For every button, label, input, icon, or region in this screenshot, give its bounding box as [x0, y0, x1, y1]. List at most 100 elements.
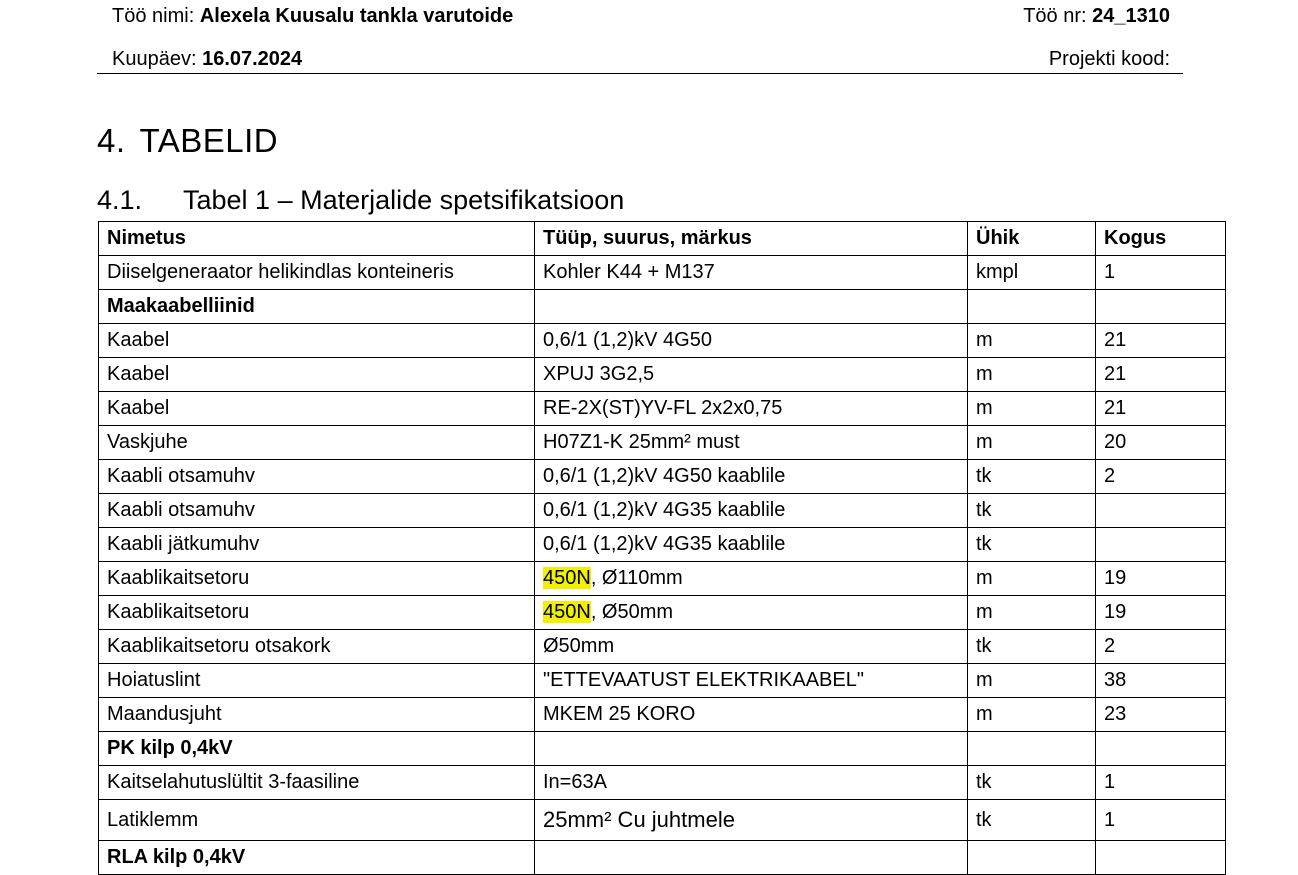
cell-name: Kaablikaitsetoru otsakork: [98, 629, 535, 664]
table-row: Kaabli otsamuhv 0,6/1 (1,2)kV 4G35 kaabl…: [98, 493, 1226, 528]
column-header-unit: Ühik: [967, 221, 1096, 256]
cell-name: Maandusjuht: [98, 697, 535, 732]
cell-qty: 1: [1095, 765, 1226, 800]
table-row: Kaabel XPUJ 3G2,5 m 21: [98, 357, 1226, 392]
section-heading: 4. TABELID: [97, 122, 278, 160]
table-row: Kaabel RE-2X(ST)YV-FL 2x2x0,75 m 21: [98, 391, 1226, 426]
date: Kuupäev: 16.07.2024: [112, 48, 302, 71]
date-label: Kuupäev:: [112, 48, 197, 70]
cell-qty: [1095, 527, 1226, 562]
table-group-row: PK kilp 0,4kV: [98, 731, 1226, 766]
cell-name: Kaitselahutuslültit 3-faasiline: [98, 765, 535, 800]
date-value: 16.07.2024: [202, 48, 303, 70]
cell-qty: 19: [1095, 561, 1226, 596]
cell-unit: kmpl: [967, 255, 1096, 290]
cell-qty: 21: [1095, 357, 1226, 392]
project-code-label: Projekti kood:: [1048, 48, 1170, 70]
cell-type: 0,6/1 (1,2)kV 4G35 kaablile: [534, 493, 968, 528]
table-row: Kaabel 0,6/1 (1,2)kV 4G50 m 21: [98, 323, 1226, 358]
job-number-value: 24_1310: [1092, 5, 1170, 27]
table-row: Kaabli jätkumuhv 0,6/1 (1,2)kV 4G35 kaab…: [98, 527, 1226, 562]
cell-unit: [967, 840, 1096, 875]
cell-unit: tk: [967, 629, 1096, 664]
table-row: Kaablikaitsetoru 450N, Ø50mm m 19: [98, 595, 1226, 630]
job-name: Töö nimi: Alexela Kuusalu tankla varutoi…: [112, 5, 513, 28]
table-row: Diiselgeneraator helikindlas konteineris…: [98, 255, 1226, 290]
cell-qty: 23: [1095, 697, 1226, 732]
cell-unit: [967, 289, 1096, 324]
cell-qty: [1095, 493, 1226, 528]
table-row: Latiklemm 25mm² Cu juhtmele tk 1: [98, 799, 1226, 841]
cell-type-rest: , Ø110mm: [590, 567, 683, 589]
cell-unit: m: [967, 663, 1096, 698]
table-row: Kaablikaitsetoru otsakork Ø50mm tk 2: [98, 629, 1226, 664]
table-row: Kaabli otsamuhv 0,6/1 (1,2)kV 4G50 kaabl…: [98, 459, 1226, 494]
cell-qty: 2: [1095, 459, 1226, 494]
cell-qty: 2: [1095, 629, 1226, 664]
cell-type: 0,6/1 (1,2)kV 4G50 kaablile: [534, 459, 968, 494]
cell-group-name: RLA kilp 0,4kV: [98, 840, 535, 875]
cell-qty: 38: [1095, 663, 1226, 698]
cell-name: Vaskjuhe: [98, 425, 535, 460]
cell-unit: tk: [967, 493, 1096, 528]
cell-qty: [1095, 731, 1226, 766]
cell-qty: [1095, 289, 1226, 324]
table-row: Vaskjuhe H07Z1-K 25mm² must m 20: [98, 425, 1226, 460]
cell-type: H07Z1-K 25mm² must: [534, 425, 968, 460]
cell-unit: tk: [967, 799, 1096, 841]
cell-unit: [967, 731, 1096, 766]
cell-type: 450N, Ø50mm: [534, 595, 968, 630]
cell-unit: m: [967, 323, 1096, 358]
cell-name: Diiselgeneraator helikindlas konteineris: [98, 255, 535, 290]
subsection-heading: 4.1. Tabel 1 – Materjalide spetsifikatsio…: [97, 185, 624, 216]
cell-name: Hoiatuslint: [98, 663, 535, 698]
cell-type-rest: , Ø50mm: [590, 601, 674, 623]
table-row: Kaablikaitsetoru 450N, Ø110mm m 19: [98, 561, 1226, 596]
section-number: 4.: [97, 122, 126, 159]
job-name-label: Töö nimi:: [112, 5, 195, 27]
cell-name: Kaabli otsamuhv: [98, 493, 535, 528]
subsection-number: 4.1.: [97, 185, 143, 215]
column-header-qty: Kogus: [1095, 221, 1226, 256]
highlighted-text: 450N: [543, 567, 591, 589]
cell-unit: m: [967, 561, 1096, 596]
cell-type: 0,6/1 (1,2)kV 4G50: [534, 323, 968, 358]
column-header-name: Nimetus: [98, 221, 535, 256]
cell-name: Kaablikaitsetoru: [98, 595, 535, 630]
cell-type: [534, 840, 968, 875]
cell-unit: tk: [967, 765, 1096, 800]
cell-qty: 1: [1095, 799, 1226, 841]
cell-unit: m: [967, 425, 1096, 460]
cell-qty: 19: [1095, 595, 1226, 630]
section-title: TABELID: [139, 122, 279, 159]
cell-type: [534, 731, 968, 766]
header-divider: [97, 73, 1183, 74]
cell-type: 450N, Ø110mm: [534, 561, 968, 596]
cell-name: Kaabel: [98, 323, 535, 358]
cell-name: Latiklemm: [98, 799, 535, 841]
cell-type: RE-2X(ST)YV-FL 2x2x0,75: [534, 391, 968, 426]
cell-name: Kaablikaitsetoru: [98, 561, 535, 596]
highlighted-text: 450N: [543, 601, 591, 623]
cell-unit: tk: [967, 459, 1096, 494]
job-number-label: Töö nr:: [1023, 5, 1087, 27]
job-number: Töö nr: 24_1310: [1023, 5, 1170, 28]
cell-unit: tk: [967, 527, 1096, 562]
cell-qty: 21: [1095, 323, 1226, 358]
cell-qty: 21: [1095, 391, 1226, 426]
table-header-row: Nimetus Tüüp, suurus, märkus Ühik Kogus: [98, 221, 1226, 256]
subsection-title: Tabel 1 – Materjalide spetsifikatsioon: [183, 185, 625, 215]
table-row: Maandusjuht MKEM 25 KORO m 23: [98, 697, 1226, 732]
cell-unit: m: [967, 357, 1096, 392]
cell-unit: m: [967, 697, 1096, 732]
cell-type: [534, 289, 968, 324]
cell-type: "ETTEVAATUST ELEKTRIKAABEL": [534, 663, 968, 698]
cell-name: Kaabli jätkumuhv: [98, 527, 535, 562]
job-name-value: Alexela Kuusalu tankla varutoide: [199, 5, 514, 27]
cell-type: XPUJ 3G2,5: [534, 357, 968, 392]
project-code: Projekti kood:: [1049, 48, 1170, 71]
table-group-row: RLA kilp 0,4kV: [98, 840, 1226, 875]
cell-name: Kaabel: [98, 357, 535, 392]
cell-type: MKEM 25 KORO: [534, 697, 968, 732]
cell-qty: 1: [1095, 255, 1226, 290]
